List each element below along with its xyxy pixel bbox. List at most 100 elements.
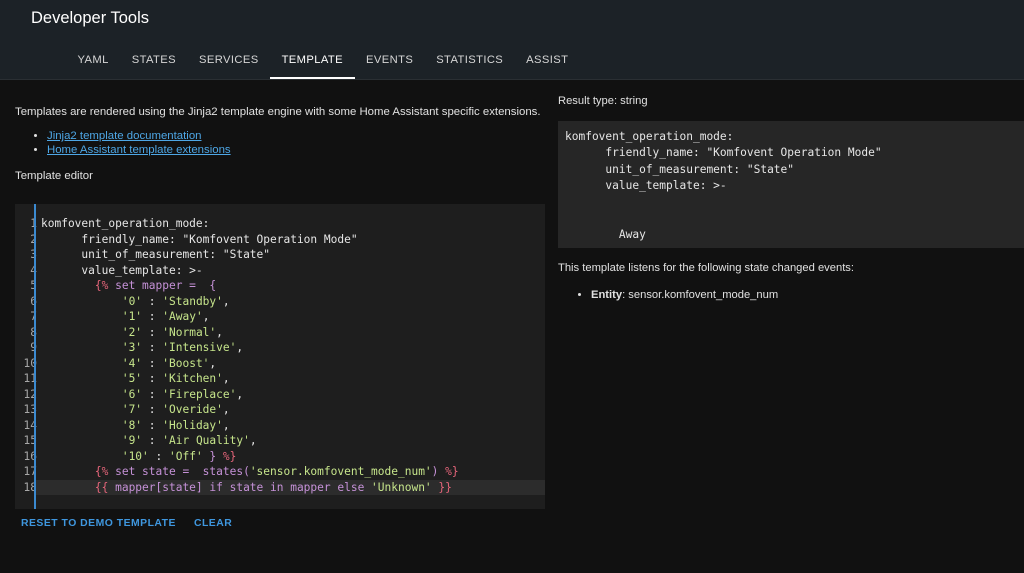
code-line[interactable]: '3' : 'Intensive', xyxy=(41,340,545,356)
code-token: , xyxy=(209,356,217,370)
jinja2-docs-link[interactable]: Jinja2 template documentation xyxy=(47,130,202,142)
listens-text: This template listens for the following … xyxy=(558,262,855,274)
code-token: , xyxy=(222,294,230,308)
code-token: friendly_name: "Komfovent Operation Mode… xyxy=(41,232,358,246)
code-line[interactable]: '4' : 'Boost', xyxy=(41,356,545,372)
code-token: value_template: >- xyxy=(41,263,203,277)
clear-button[interactable]: CLEAR xyxy=(185,517,241,531)
ha-template-extensions-link[interactable]: Home Assistant template extensions xyxy=(47,144,231,156)
template-intro: Templates are rendered using the Jinja2 … xyxy=(15,106,545,182)
code-token: 'Kitchen' xyxy=(162,372,223,385)
code-line[interactable]: {{ mapper[state] if state in mapper else… xyxy=(36,479,545,495)
code-line[interactable]: '6' : 'Fireplace', xyxy=(41,387,545,403)
tab-statistics[interactable]: STATISTICS xyxy=(425,45,515,79)
code-token: , xyxy=(222,403,230,416)
code-token: '8' xyxy=(121,418,143,432)
code-token: '2' xyxy=(121,325,143,339)
tab-yaml[interactable]: YAML xyxy=(66,45,120,79)
code-token: : xyxy=(142,418,163,432)
code-token: '0' xyxy=(121,294,143,308)
code-token: 'Normal' xyxy=(162,325,217,339)
tab-events[interactable]: EVENTS xyxy=(355,45,425,79)
intro-text: Templates are rendered using the Jinja2 … xyxy=(15,106,541,118)
code-token: : xyxy=(142,356,163,370)
list-item: Entity: sensor.komfovent_mode_num xyxy=(591,289,778,301)
code-token: '6' xyxy=(121,387,143,401)
doc-links: Jinja2 template documentation Home Assis… xyxy=(15,130,545,156)
code-line[interactable]: '7' : 'Overide', xyxy=(41,402,545,418)
code-line[interactable]: '0' : 'Standby', xyxy=(41,294,545,310)
code-token: , xyxy=(216,325,223,339)
code-token: '7' xyxy=(121,403,143,416)
result-output: komfovent_operation_mode: friendly_name:… xyxy=(558,121,1024,248)
code-token: unit_of_measurement: "State" xyxy=(41,248,271,261)
code-token: : xyxy=(142,325,163,339)
code-line[interactable]: komfovent_operation_mode: xyxy=(41,216,545,232)
code-line[interactable]: value_template: >- xyxy=(41,263,545,279)
code-token: mapper[state] if state in mapper else xyxy=(115,480,372,494)
reset-demo-template-button[interactable]: RESET TO DEMO TEMPLATE xyxy=(12,517,185,531)
code-token: : xyxy=(142,372,163,385)
result-panel: Result type: string xyxy=(558,95,1024,107)
code-token: , xyxy=(202,310,210,323)
code-token: 'Air Quality' xyxy=(162,434,250,447)
code-line[interactable]: '9' : 'Air Quality', xyxy=(41,433,545,449)
code-token: 'Off' xyxy=(169,449,203,463)
code-token: : xyxy=(142,294,163,308)
code-line[interactable]: '1' : 'Away', xyxy=(41,309,545,325)
page-title: Developer Tools xyxy=(31,9,150,27)
code-token: , xyxy=(222,372,230,385)
template-editor-label: Template editor xyxy=(15,170,93,182)
code-token: set mapper = { xyxy=(115,279,217,292)
entity-value: : sensor.komfovent_mode_num xyxy=(622,289,779,301)
code-token: 'Away' xyxy=(162,310,203,323)
list-item: Home Assistant template extensions xyxy=(47,144,545,156)
code-token: '5' xyxy=(121,372,143,385)
code-token: , xyxy=(249,434,257,447)
app-header: Developer Tools YAML STATES SERVICES TEM… xyxy=(0,0,1024,80)
code-token: '3' xyxy=(121,341,143,354)
list-item: Jinja2 template documentation xyxy=(47,130,545,142)
code-token: %} xyxy=(222,449,237,463)
code-token: %} xyxy=(445,465,459,478)
code-token: , xyxy=(236,341,244,354)
code-token: 'Unknown' xyxy=(371,480,432,494)
code-line[interactable]: {% set state = states('sensor.komfovent_… xyxy=(41,464,545,480)
code-line[interactable]: '8' : 'Holiday', xyxy=(41,418,545,434)
code-token: } xyxy=(202,449,223,463)
code-line[interactable]: unit_of_measurement: "State" xyxy=(41,247,545,263)
tab-services[interactable]: SERVICES xyxy=(188,45,271,79)
code-token: 'Boost' xyxy=(162,356,210,370)
code-line[interactable]: {% set mapper = { xyxy=(41,278,545,294)
tab-assist[interactable]: ASSIST xyxy=(515,45,580,79)
code-token: 'Intensive' xyxy=(162,341,237,354)
template-editor[interactable]: 123456789101112131415161718 komfovent_op… xyxy=(15,204,545,509)
code-token: 'Holiday' xyxy=(162,418,223,432)
code-token: '1' xyxy=(121,310,143,323)
code-line[interactable]: '10' : 'Off' } %} xyxy=(41,449,545,465)
code-token: komfovent_operation_mode: xyxy=(41,217,210,230)
code-token: {% xyxy=(41,465,116,478)
code-area[interactable]: komfovent_operation_mode: friendly_name:… xyxy=(36,216,545,495)
code-token: : xyxy=(142,310,163,323)
code-token: {% xyxy=(41,279,116,292)
code-line[interactable]: friendly_name: "Komfovent Operation Mode… xyxy=(41,232,545,248)
code-line[interactable]: '5' : 'Kitchen', xyxy=(41,371,545,387)
tab-states[interactable]: STATES xyxy=(120,45,187,79)
code-token: : xyxy=(142,403,163,416)
code-line[interactable]: '2' : 'Normal', xyxy=(41,325,545,341)
tab-template[interactable]: TEMPLATE xyxy=(270,45,355,79)
code-token: : xyxy=(148,449,169,463)
code-token: 'Fireplace' xyxy=(162,387,237,401)
code-token: , xyxy=(222,418,230,432)
